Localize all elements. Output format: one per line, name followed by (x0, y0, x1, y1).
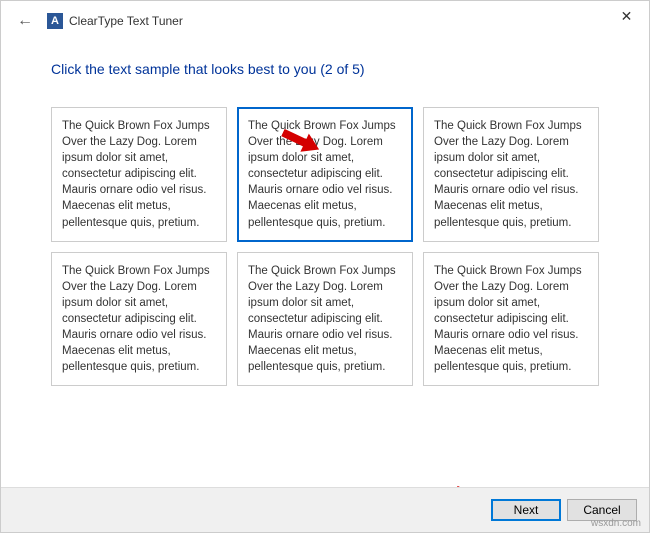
next-button[interactable]: Next (491, 499, 561, 521)
content-area: Click the text sample that looks best to… (1, 41, 649, 466)
text-sample-5[interactable]: The Quick Brown Fox Jumps Over the Lazy … (237, 252, 413, 387)
footer: Next Cancel (1, 487, 649, 532)
text-sample-2[interactable]: The Quick Brown Fox Jumps Over the Lazy … (237, 107, 413, 242)
text-sample-6[interactable]: The Quick Brown Fox Jumps Over the Lazy … (423, 252, 599, 387)
app-icon: A (47, 13, 63, 29)
back-button[interactable]: ← (11, 8, 39, 34)
text-sample-3[interactable]: The Quick Brown Fox Jumps Over the Lazy … (423, 107, 599, 242)
watermark: wsxdn.com (591, 518, 641, 529)
text-sample-4[interactable]: The Quick Brown Fox Jumps Over the Lazy … (51, 252, 227, 387)
close-button[interactable]: ✕ (604, 1, 649, 31)
text-sample-1[interactable]: The Quick Brown Fox Jumps Over the Lazy … (51, 107, 227, 242)
window-title: ClearType Text Tuner (69, 14, 183, 28)
titlebar: ← A ClearType Text Tuner ✕ (1, 1, 649, 41)
sample-grid: The Quick Brown Fox Jumps Over the Lazy … (51, 107, 599, 386)
page-heading: Click the text sample that looks best to… (51, 61, 599, 77)
